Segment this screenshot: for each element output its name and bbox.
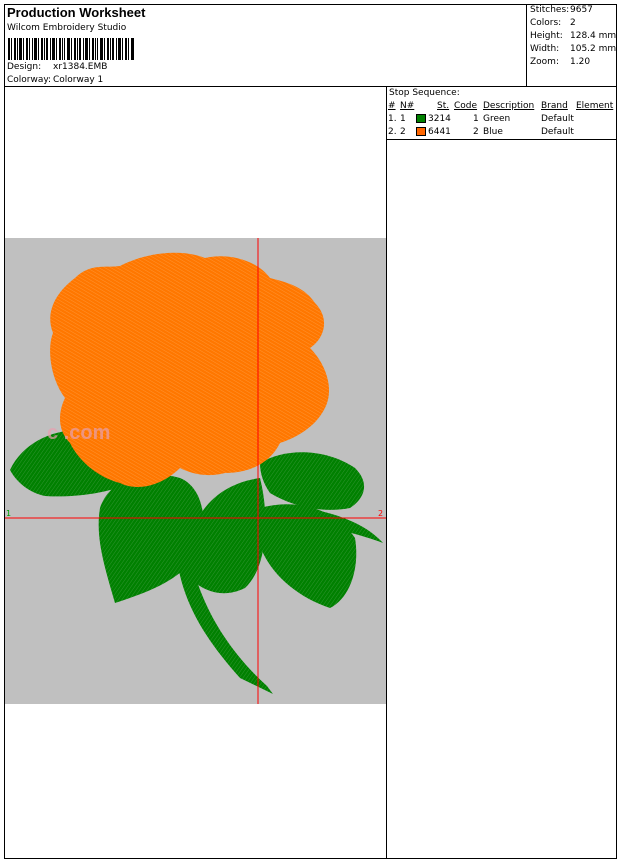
stop-1-n: 1 [400, 114, 406, 124]
stop-sequence-title: Stop Sequence: [389, 88, 460, 98]
col-header-n: N# [400, 101, 415, 111]
stats-panel: Stitches:9657 Colors: 2 Height: 128.4 mm W… [526, 4, 617, 86]
col-header-st: St. [437, 101, 450, 111]
rose-flower [50, 252, 330, 488]
colorway-label: Colorway: [7, 75, 52, 85]
stop-2-st: 6441 [428, 127, 451, 137]
stop-2-description: Blue [483, 127, 503, 137]
start-marker: 1 [6, 509, 11, 518]
stop-1-color-swatch [416, 114, 426, 123]
col-header-element: Element [576, 101, 614, 111]
design-preview: 1 2 c .com [5, 238, 386, 704]
page-title: Production Worksheet [7, 5, 146, 20]
stop-2-brand: Default [541, 127, 574, 137]
design-row: Design: xr1384.EMB [7, 62, 107, 72]
worksheet-header: Production Worksheet Wilcom Embroidery S… [4, 4, 617, 87]
stop-1-st: 3214 [428, 114, 451, 124]
stop-2-n: 2 [400, 127, 406, 137]
stop-2-color-swatch [416, 127, 426, 136]
design-value: xr1384.EMB [53, 62, 108, 72]
col-header-description: Description [483, 101, 535, 111]
stat-zoom: Zoom: 1.20 [530, 57, 591, 67]
end-marker: 2 [378, 509, 383, 518]
stop-2-num: 2. [388, 127, 397, 137]
company-name: Wilcom Embroidery Studio [7, 23, 127, 33]
col-header-brand: Brand [541, 101, 568, 111]
colorway-value: Colorway 1 [53, 75, 104, 85]
stop-1-code: 1 [473, 114, 479, 124]
colorway-row: Colorway: Colorway 1 [7, 75, 103, 85]
embroidery-design-image: 1 2 [5, 238, 386, 704]
col-header-num: # [388, 101, 396, 111]
stop-sequence-panel: Stop Sequence: # N# St. Code Description… [387, 87, 617, 140]
column-divider [386, 87, 387, 859]
stop-1-num: 1. [388, 114, 397, 124]
barcode-icon [8, 38, 134, 60]
leaf-center [187, 478, 266, 594]
leaf-right-top [260, 452, 365, 510]
stat-colors: Colors: 2 [530, 18, 576, 28]
col-header-code: Code [454, 101, 478, 111]
stop-1-brand: Default [541, 114, 574, 124]
stop-1-description: Green [483, 114, 511, 124]
stat-stitches: Stitches:9657 [530, 5, 593, 15]
stat-width: Width: 105.2 mm [530, 44, 617, 54]
design-label: Design: [7, 62, 42, 72]
stop-2-code: 2 [473, 127, 479, 137]
watermark: c .com [47, 422, 111, 444]
stat-height: Height: 128.4 mm [530, 31, 617, 41]
